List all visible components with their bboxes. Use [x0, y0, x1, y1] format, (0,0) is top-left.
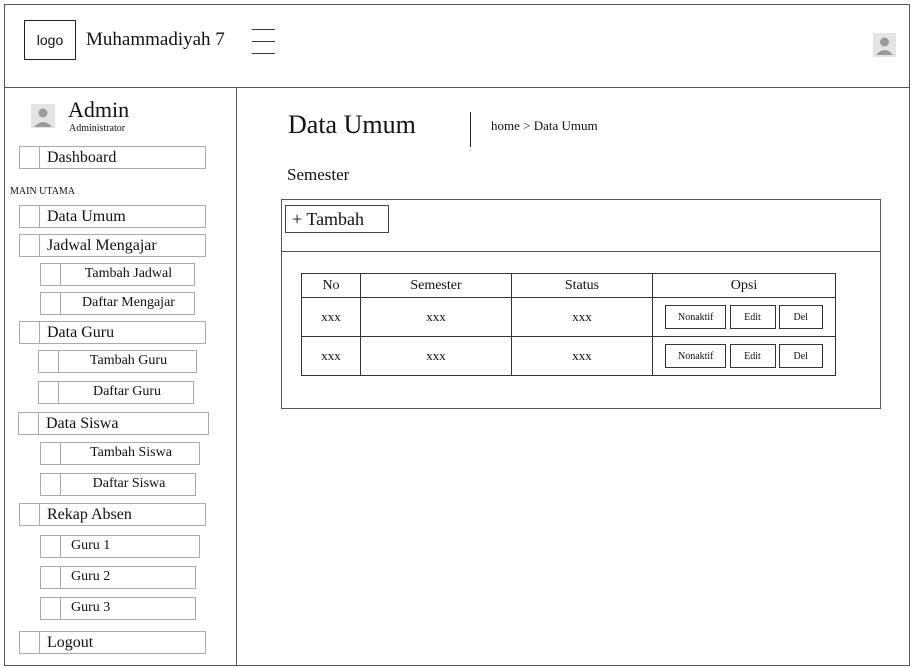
column-header-status: Status: [511, 273, 653, 298]
semester-table: No Semester Status Opsi xxx xxx xxx Nona…: [301, 273, 836, 376]
menu-item-icon: [41, 598, 61, 619]
menu-item-icon: [20, 235, 40, 256]
menu-item-icon: [41, 536, 61, 557]
sidebar-item-daftar-mengajar[interactable]: Daftar Mengajar: [40, 292, 195, 315]
sidebar-item-label: Data Siswa: [46, 415, 119, 432]
sidebar-item-jadwal-mengajar[interactable]: Jadwal Mengajar: [19, 234, 206, 257]
delete-button[interactable]: Del: [778, 344, 823, 368]
sidebar-item-data-guru[interactable]: Data Guru: [19, 321, 206, 344]
sidebar-item-label: Guru 1: [71, 538, 111, 553]
admin-avatar-icon: [31, 104, 55, 128]
sidebar-item-data-umum[interactable]: Data Umum: [19, 205, 206, 228]
menu-item-icon: [41, 474, 61, 495]
sidebar-item-label: Tambah Guru: [89, 353, 168, 368]
table-header-row: No Semester Status Opsi: [301, 273, 836, 298]
sidebar-item-tambah-jadwal[interactable]: Tambah Jadwal: [40, 263, 195, 286]
section-heading: Semester: [287, 165, 350, 184]
cell-status: xxx: [511, 336, 653, 376]
menu-item-icon: [20, 147, 40, 168]
sidebar-item-label: Tambah Siswa: [90, 445, 172, 460]
sidebar-item-label: Logout: [47, 634, 94, 651]
sidebar-item-guru-1[interactable]: Guru 1: [40, 535, 200, 558]
sidebar-item-label: Guru 2: [71, 569, 111, 584]
sidebar-item-rekap-absen[interactable]: Rekap Absen: [19, 503, 206, 526]
sidebar-item-guru-3[interactable]: Guru 3: [40, 597, 196, 620]
cell-opsi: Nonaktif Edit Del: [652, 336, 836, 376]
sidebar-item-logout[interactable]: Logout: [19, 631, 206, 654]
sidebar-item-label: Dashboard: [47, 149, 117, 166]
user-avatar-icon[interactable]: [873, 33, 896, 57]
menu-item-icon: [41, 293, 61, 314]
breadcrumb[interactable]: home > Data Umum: [491, 118, 598, 134]
add-semester-button[interactable]: + Tambah: [285, 205, 389, 233]
menu-item-icon: [19, 413, 39, 434]
sidebar-item-tambah-siswa[interactable]: Tambah Siswa: [40, 442, 200, 465]
deactivate-button[interactable]: Nonaktif: [665, 344, 727, 368]
section-label: MAIN UTAMA: [10, 186, 76, 197]
edit-button[interactable]: Edit: [729, 344, 776, 368]
sidebar-item-daftar-guru[interactable]: Daftar Guru: [38, 381, 194, 404]
delete-button[interactable]: Del: [778, 305, 823, 329]
menu-item-icon: [20, 322, 40, 343]
sidebar-item-label: Daftar Guru: [92, 384, 162, 399]
logo: logo: [24, 20, 76, 60]
cell-no: xxx: [301, 336, 361, 376]
sidebar-item-daftar-siswa[interactable]: Daftar Siswa: [40, 473, 196, 496]
menu-item-icon: [20, 206, 40, 227]
panel-divider: [281, 251, 881, 252]
cell-status: xxx: [511, 297, 653, 337]
menu-item-icon: [41, 443, 61, 464]
sidebar-item-label: Daftar Siswa: [92, 476, 166, 491]
sidebar-item-dashboard[interactable]: Dashboard: [19, 146, 206, 169]
sidebar-item-data-siswa[interactable]: Data Siswa: [18, 412, 209, 435]
sidebar-item-tambah-guru[interactable]: Tambah Guru: [38, 350, 197, 373]
menu-item-icon: [41, 567, 61, 588]
sidebar-item-label: Tambah Jadwal: [84, 266, 173, 281]
admin-name: Admin: [68, 97, 130, 122]
title-divider: [470, 112, 471, 147]
column-header-opsi: Opsi: [652, 273, 836, 298]
sidebar-item-label: Data Umum: [47, 208, 126, 225]
page-title: Data Umum: [288, 110, 416, 139]
menu-item-icon: [20, 632, 40, 653]
column-header-no: No: [301, 273, 361, 298]
sidebar-item-label: Daftar Mengajar: [82, 295, 175, 310]
table-row: xxx xxx xxx Nonaktif Edit Del: [301, 336, 836, 376]
table-row: xxx xxx xxx Nonaktif Edit Del: [301, 297, 836, 337]
hamburger-menu-icon[interactable]: [252, 29, 275, 58]
sidebar-item-label: Data Guru: [47, 324, 115, 341]
menu-item-icon: [41, 264, 61, 285]
column-header-semester: Semester: [360, 273, 512, 298]
menu-item-icon: [20, 504, 40, 525]
menu-item-icon: [39, 351, 59, 372]
sidebar-item-label: Rekap Absen: [47, 506, 132, 523]
cell-opsi: Nonaktif Edit Del: [652, 297, 836, 337]
cell-semester: xxx: [360, 297, 512, 337]
cell-semester: xxx: [360, 336, 512, 376]
edit-button[interactable]: Edit: [729, 305, 776, 329]
brand-name: Muhammadiyah 7: [86, 29, 225, 50]
deactivate-button[interactable]: Nonaktif: [665, 305, 727, 329]
cell-no: xxx: [301, 297, 361, 337]
sidebar-item-guru-2[interactable]: Guru 2: [40, 566, 196, 589]
admin-role: Administrator: [69, 123, 126, 134]
sidebar-item-label: Jadwal Mengajar: [47, 237, 157, 254]
menu-item-icon: [39, 382, 59, 403]
sidebar-item-label: Guru 3: [71, 600, 111, 615]
